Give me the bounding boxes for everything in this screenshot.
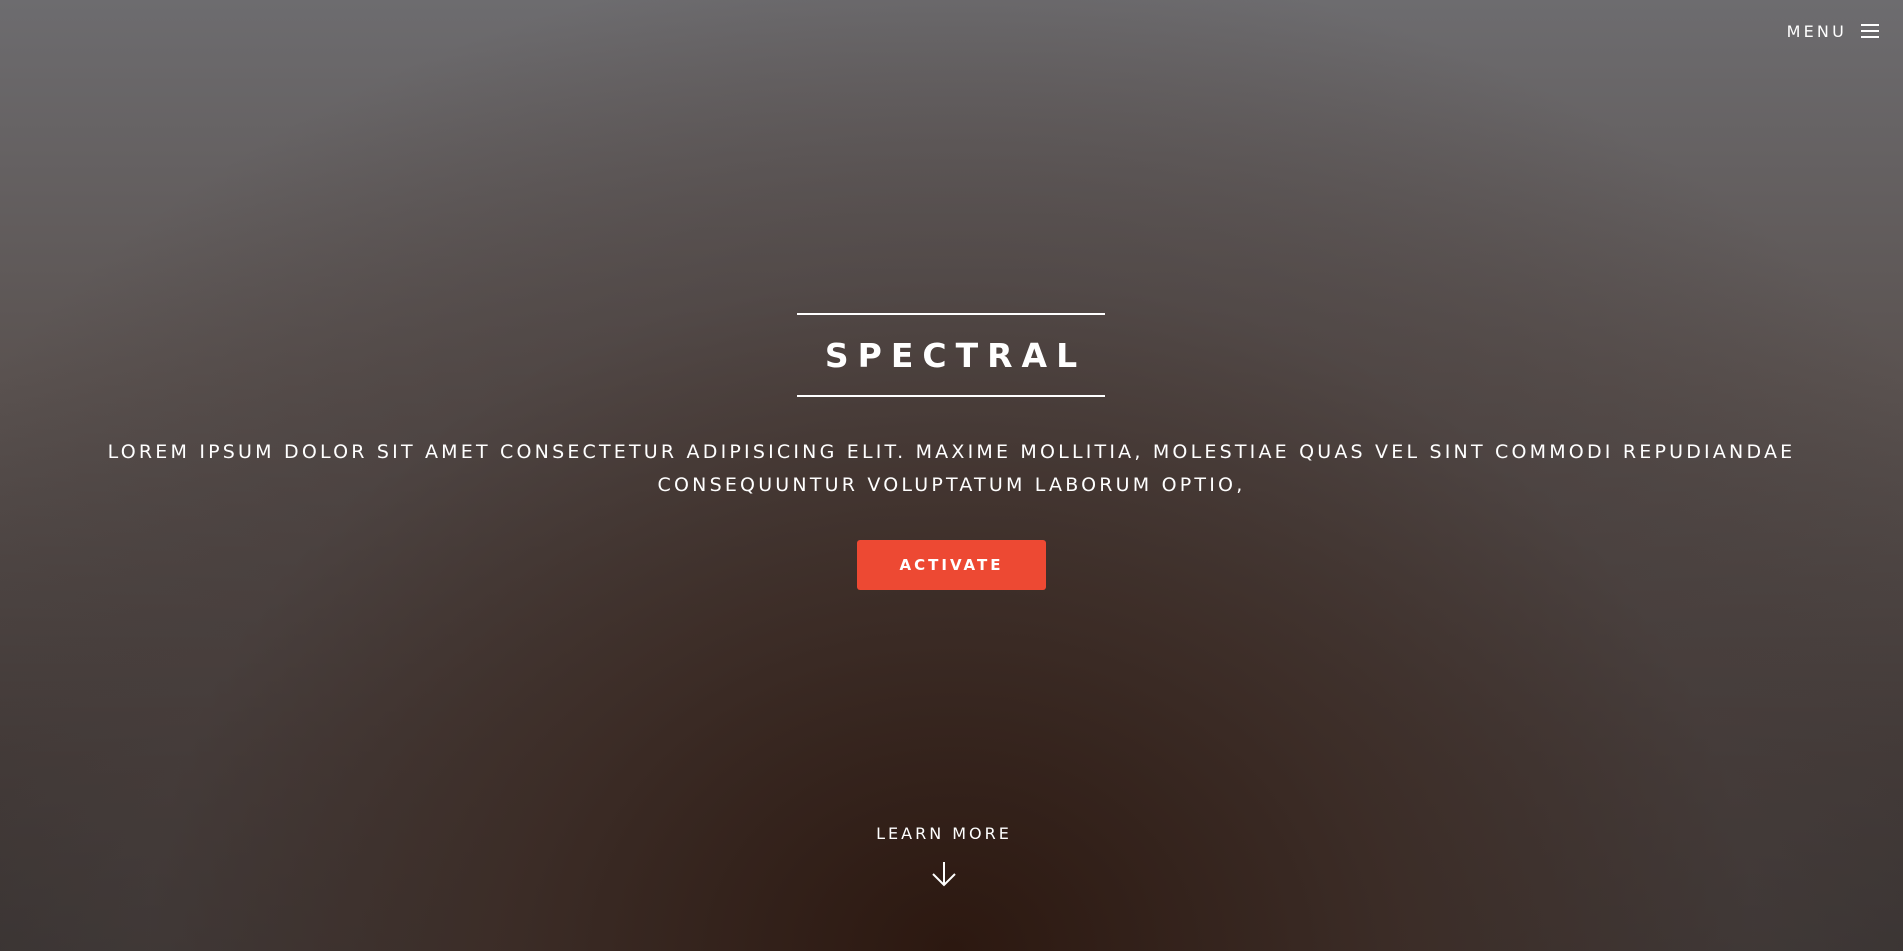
learn-more-label: LEARN MORE <box>876 824 1012 843</box>
activate-button[interactable]: ACTIVATE <box>857 540 1046 590</box>
site-title-frame: SPECTRAL <box>797 313 1105 397</box>
hero-banner: SPECTRAL LOREM IPSUM DOLOR SIT AMET CONS… <box>0 0 1903 951</box>
hero-subtitle: LOREM IPSUM DOLOR SIT AMET CONSECTETUR A… <box>107 441 1796 496</box>
site-title: SPECTRAL <box>824 335 1087 375</box>
arrow-down-icon <box>932 862 956 887</box>
learn-more-link[interactable]: LEARN MORE <box>844 818 1044 898</box>
